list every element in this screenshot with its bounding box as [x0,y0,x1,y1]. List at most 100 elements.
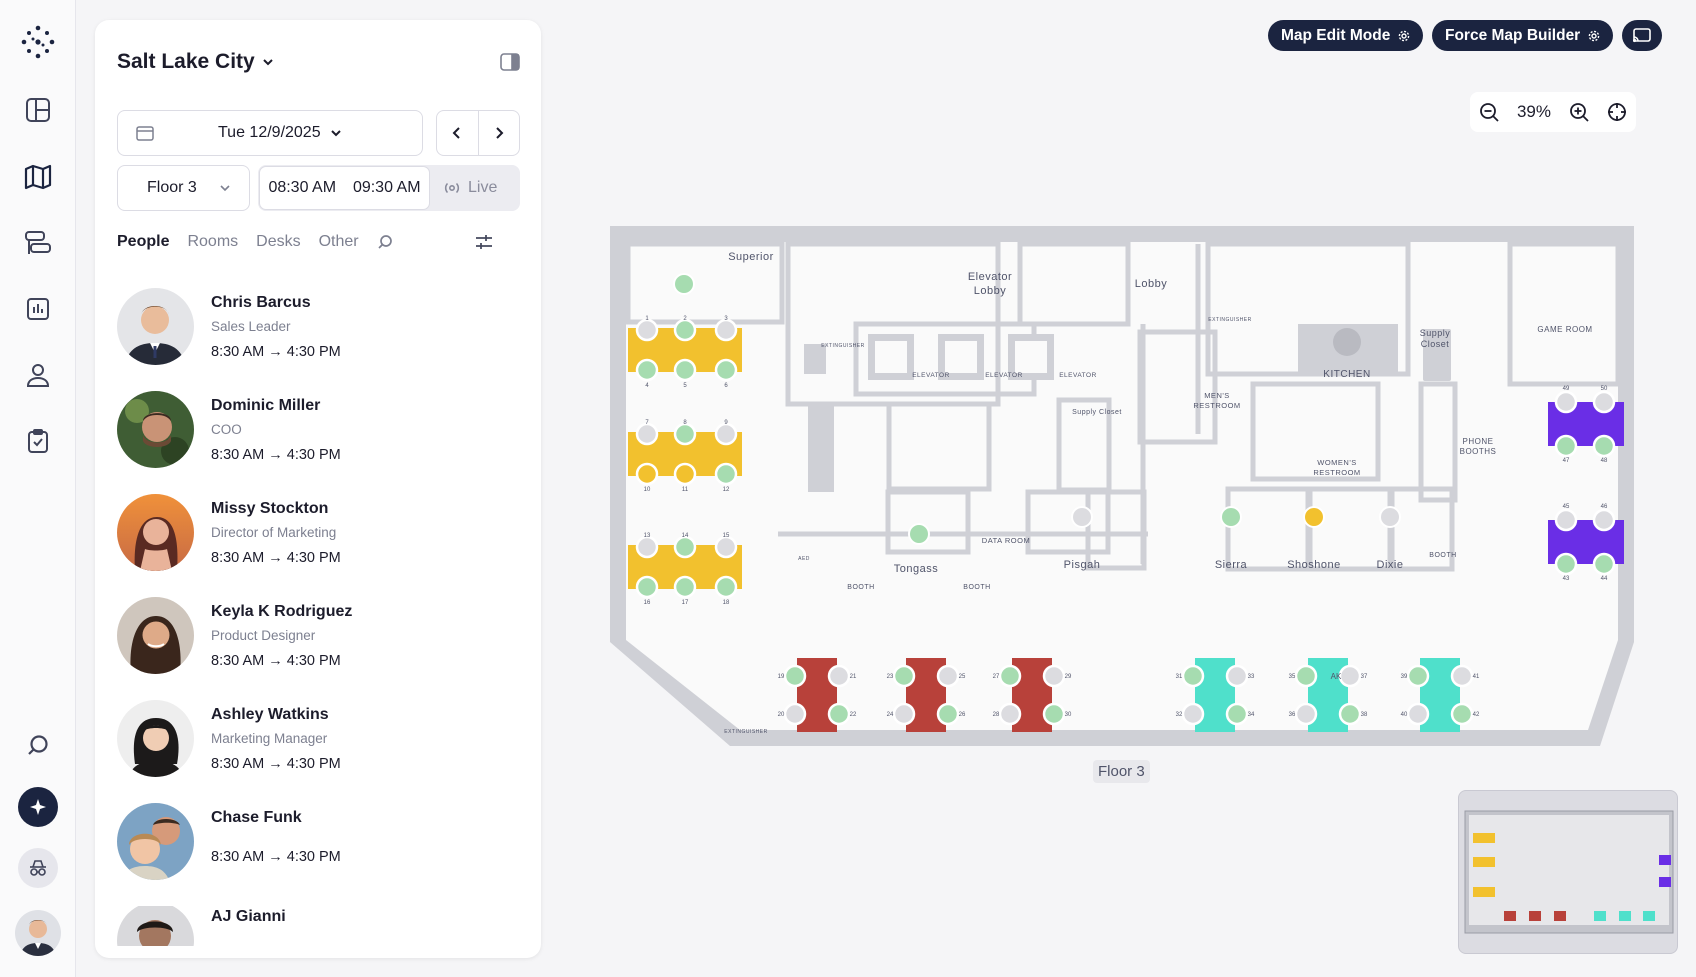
list-item[interactable]: Chris Barcus Sales Leader 8:30 AM → 4:30… [117,288,517,391]
cast-button[interactable] [1622,20,1662,51]
desk-seat[interactable] [827,664,851,688]
desk-seat[interactable] [1450,702,1474,726]
desk-seat[interactable] [635,318,659,342]
list-item[interactable]: Missy Stockton Director of Marketing 8:3… [117,494,517,597]
desk-seat[interactable] [714,575,738,599]
desk-seat[interactable] [1338,664,1362,688]
desk-seat[interactable] [892,702,916,726]
desk-seat[interactable] [1294,664,1318,688]
desk-seat[interactable] [1042,664,1066,688]
panel-toggle-icon[interactable] [500,53,520,71]
desk-seat[interactable] [1225,702,1249,726]
desk-seat[interactable] [827,702,851,726]
desk-seat[interactable] [936,664,960,688]
desk-seat[interactable] [714,358,738,382]
desk-seat[interactable] [1406,664,1430,688]
crosshair-icon[interactable] [1607,102,1627,122]
tab-people[interactable]: People [117,233,169,251]
list-item[interactable]: Keyla K Rodriguez Product Designer 8:30 … [117,597,517,700]
floor-selector[interactable]: Floor 3 [117,165,250,211]
desk-seat[interactable] [1592,434,1616,458]
desk-seat[interactable] [783,664,807,688]
desk-number: 33 [1248,674,1255,680]
schedule-icon[interactable] [18,223,58,263]
filter-icon[interactable] [474,232,494,252]
desk-seat[interactable] [1294,702,1318,726]
list-item[interactable]: AJ Gianni [117,906,517,946]
force-map-builder-button[interactable]: Force Map Builder [1432,20,1614,51]
incognito-icon[interactable] [18,848,58,888]
zoom-in-icon[interactable] [1569,102,1589,122]
desk-seat[interactable] [635,535,659,559]
clipboard-icon[interactable] [18,421,58,461]
search-icon[interactable] [18,725,58,765]
desk-seat[interactable] [1554,390,1578,414]
tab-other[interactable]: Other [319,233,359,251]
avatar[interactable] [15,910,61,956]
desk-seat[interactable] [998,702,1022,726]
force-map-builder-label: Force Map Builder [1445,26,1581,44]
desk-seat[interactable] [673,575,697,599]
desk-seat[interactable] [1554,552,1578,576]
start-time[interactable]: 08:30 AM [268,179,336,197]
logo-icon[interactable] [18,22,58,62]
room-label: ELEVATOR [1059,372,1097,379]
desk-seat[interactable] [1592,390,1616,414]
desk-seat[interactable] [635,462,659,486]
minimap[interactable] [1458,790,1678,954]
person-name: Keyla K Rodriguez [211,603,353,620]
desk-seat[interactable] [1554,508,1578,532]
desk-seat[interactable] [673,535,697,559]
date-picker[interactable]: Tue 12/9/2025 [117,110,423,156]
desk-seat[interactable] [1592,508,1616,532]
layout-icon[interactable] [18,90,58,130]
sparkle-icon[interactable] [18,787,58,827]
desk-seat[interactable] [998,664,1022,688]
list-item[interactable]: Ashley Watkins Marketing Manager 8:30 AM… [117,700,517,803]
tab-desks[interactable]: Desks [256,233,300,251]
desk-seat[interactable] [1554,434,1578,458]
desk-number: 45 [1563,504,1570,510]
zoom-out-icon[interactable] [1479,102,1499,122]
desk-seat[interactable] [936,702,960,726]
list-item[interactable]: Chase Funk 8:30 AM → 4:30 PM [117,803,517,906]
desk-seat[interactable] [1450,664,1474,688]
desk-seat[interactable] [714,422,738,446]
desk-seat[interactable] [635,422,659,446]
chart-icon[interactable] [18,289,58,329]
desk-seat[interactable] [1181,664,1205,688]
desk-seat[interactable] [1338,702,1362,726]
chevron-left-icon[interactable] [437,111,479,155]
person-name: AJ Gianni [211,908,286,925]
end-time[interactable]: 09:30 AM [353,179,421,197]
desk-seat[interactable] [1406,702,1430,726]
search-icon[interactable] [377,234,393,250]
desk-number: 49 [1563,386,1570,392]
desk-seat[interactable] [714,535,738,559]
user-icon[interactable] [18,355,58,395]
chevron-right-icon[interactable] [479,111,520,155]
desk-seat[interactable] [783,702,807,726]
desk-seat[interactable] [1181,702,1205,726]
desk-seat[interactable] [892,664,916,688]
room-label: Supply [1420,328,1451,338]
desk-seat[interactable] [1225,664,1249,688]
desk-seat[interactable] [673,422,697,446]
location-selector[interactable]: Salt Lake City [117,50,275,74]
desk-seat[interactable] [673,358,697,382]
desk-seat[interactable] [635,575,659,599]
desk-seat[interactable] [714,318,738,342]
list-item[interactable]: Dominic Miller COO 8:30 AM → 4:30 PM [117,391,517,494]
tab-rooms[interactable]: Rooms [187,233,238,251]
live-button[interactable]: Live [443,165,497,211]
desk-seat[interactable] [673,462,697,486]
map-edit-mode-button[interactable]: Map Edit Mode [1268,20,1424,51]
desk-seat[interactable] [714,462,738,486]
desk-seat[interactable] [1592,552,1616,576]
desk-number: 50 [1601,386,1608,392]
desk-seat[interactable] [1042,702,1066,726]
map-icon[interactable] [18,157,58,197]
floor-map[interactable]: Superior Elevator Lobby Lobby KITCHEN Su… [608,224,1636,754]
desk-seat[interactable] [635,358,659,382]
desk-seat[interactable] [673,318,697,342]
